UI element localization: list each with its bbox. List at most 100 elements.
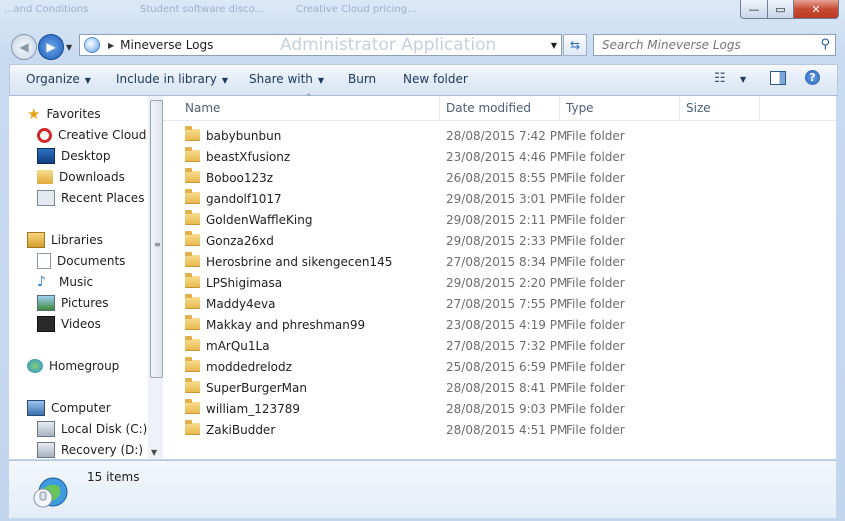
nav-item-documents[interactable]: Documents xyxy=(37,251,125,271)
file-type: File folder xyxy=(566,423,625,437)
file-row[interactable]: GoldenWaffleKing 29/08/2015 2:11 PM File f… xyxy=(163,210,836,231)
file-row[interactable]: babybunbun 28/08/2015 7:42 PM File folder xyxy=(163,126,836,147)
scrollbar-grip-icon: ≡ xyxy=(154,240,161,249)
file-row[interactable]: LPShigimasa 29/08/2015 2:20 PM File folder xyxy=(163,273,836,294)
file-type: File folder xyxy=(566,192,625,206)
file-type: File folder xyxy=(566,339,625,353)
file-row[interactable]: william_123789 28/08/2015 9:03 PM File fol… xyxy=(163,399,836,420)
nav-computer[interactable]: Computer xyxy=(27,398,111,418)
column-header-name[interactable]: Name xyxy=(185,101,220,115)
file-row[interactable]: Maddy4eva 27/08/2015 7:55 PM File folder xyxy=(163,294,836,315)
file-row[interactable]: Boboo123z 26/08/2015 8:55 PM File folder xyxy=(163,168,836,189)
close-button[interactable]: ✕ xyxy=(794,0,839,19)
breadcrumb-separator-icon[interactable]: ▶ xyxy=(108,41,114,50)
nav-computer-label: Computer xyxy=(51,401,111,415)
file-name: Makkay and phreshman99 xyxy=(206,318,366,332)
nav-scrollbar-thumb[interactable] xyxy=(150,100,163,378)
address-dropdown-icon[interactable]: ▼ xyxy=(551,41,557,50)
nav-item-creative-cloud[interactable]: Creative Cloud Fi xyxy=(37,125,160,145)
change-view-icon[interactable]: ☷ xyxy=(714,71,726,86)
file-row[interactable]: Makkay and phreshman99 23/08/2015 4:19 PM… xyxy=(163,315,836,336)
nav-favorites[interactable]: ★ Favorites xyxy=(27,104,101,124)
file-date-modified: 27/08/2015 7:55 PM xyxy=(446,297,568,311)
pictures-icon xyxy=(37,295,55,311)
file-row[interactable]: gandolf1017 29/08/2015 3:01 PM File folder xyxy=(163,189,836,210)
column-divider[interactable] xyxy=(559,96,560,120)
search-input[interactable] xyxy=(600,37,814,53)
search-icon[interactable]: ⚲ xyxy=(820,37,830,52)
nav-item-local-disk[interactable]: Local Disk (C:) xyxy=(37,419,147,439)
new-folder-button[interactable]: New folder xyxy=(403,72,468,86)
folder-location-icon xyxy=(84,37,100,53)
computer-icon xyxy=(27,400,45,416)
file-row[interactable]: SuperBurgerMan 28/08/2015 8:41 PM File fol… xyxy=(163,378,836,399)
back-button[interactable]: ◀ xyxy=(11,34,37,60)
scroll-down-icon[interactable]: ▼ xyxy=(151,448,157,457)
nav-item-label: Local Disk (C:) xyxy=(61,422,148,436)
organize-button[interactable]: Organize ▼ xyxy=(26,72,91,86)
file-name: SuperBurgerMan xyxy=(206,381,307,395)
share-with-button[interactable]: Share with ▼ xyxy=(249,72,324,86)
file-type: File folder xyxy=(566,402,625,416)
include-in-library-label: Include in library xyxy=(116,72,217,86)
folder-icon xyxy=(185,420,200,435)
column-divider[interactable] xyxy=(759,96,760,120)
column-header-type[interactable]: Type xyxy=(566,101,594,115)
file-row[interactable]: Gonza26xd 29/08/2015 2:33 PM File folder xyxy=(163,231,836,252)
help-icon[interactable]: ? xyxy=(805,70,820,85)
breadcrumb-current[interactable]: Mineverse Logs xyxy=(120,38,213,52)
folder-icon xyxy=(185,399,200,414)
file-date-modified: 28/08/2015 8:41 PM xyxy=(446,381,568,395)
burn-button[interactable]: Burn xyxy=(348,72,376,86)
minimize-button[interactable]: — xyxy=(740,0,768,19)
file-type: File folder xyxy=(566,297,625,311)
file-date-modified: 26/08/2015 8:55 PM xyxy=(446,171,568,185)
nav-item-pictures[interactable]: Pictures xyxy=(37,293,109,313)
file-list-pane: ⌃ Name Date modified Type Size babybunbu… xyxy=(163,93,836,459)
file-date-modified: 28/08/2015 7:42 PM xyxy=(446,129,568,143)
nav-item-desktop[interactable]: Desktop xyxy=(37,146,111,166)
preview-pane-icon[interactable] xyxy=(770,71,786,85)
file-row[interactable]: Herosbrine and sikengecen145 27/08/2015 8… xyxy=(163,252,836,273)
details-pane: 15 items xyxy=(9,460,836,518)
address-bar[interactable]: ▶ Mineverse Logs Administrator Applicati… xyxy=(79,34,562,56)
nav-item-label: Desktop xyxy=(61,149,111,163)
nav-libraries[interactable]: Libraries xyxy=(27,230,103,250)
nav-item-label: Documents xyxy=(57,254,126,268)
search-box[interactable]: ⚲ xyxy=(593,34,836,56)
column-header-size[interactable]: Size xyxy=(686,101,711,115)
documents-icon xyxy=(37,253,51,269)
file-row[interactable]: beastXfusionz 23/08/2015 4:46 PM File fold… xyxy=(163,147,836,168)
nav-item-videos[interactable]: Videos xyxy=(37,314,101,334)
nav-item-downloads[interactable]: Downloads xyxy=(37,167,125,187)
folder-icon xyxy=(185,273,200,288)
nav-item-recent-places[interactable]: Recent Places xyxy=(37,188,144,208)
folder-icon xyxy=(185,294,200,309)
nav-scrollbar[interactable]: ≡ ▼ xyxy=(148,96,163,459)
nav-item-recovery[interactable]: Recovery (D:) xyxy=(37,440,143,459)
file-row[interactable]: moddedrelodz 25/08/2015 6:59 PM File folde… xyxy=(163,357,836,378)
maximize-button[interactable]: ▭ xyxy=(768,0,794,19)
file-row[interactable]: mArQu1La 27/08/2015 7:32 PM File folder xyxy=(163,336,836,357)
column-divider[interactable] xyxy=(439,96,440,120)
include-in-library-button[interactable]: Include in library ▼ xyxy=(116,72,228,86)
nav-item-music[interactable]: ♪ Music xyxy=(37,272,93,292)
folder-icon xyxy=(185,168,200,183)
file-row[interactable]: ZakiBudder 28/08/2015 4:51 PM File folder xyxy=(163,420,836,441)
nav-item-label: Recent Places xyxy=(61,191,145,205)
column-header-date-modified[interactable]: Date modified xyxy=(446,101,531,115)
folder-icon xyxy=(185,231,200,246)
navigation-pane: ★ Favorites Creative Cloud Fi Desktop Do… xyxy=(9,96,163,459)
file-name: beastXfusionz xyxy=(206,150,291,164)
file-date-modified: 28/08/2015 4:51 PM xyxy=(446,423,568,437)
libraries-icon xyxy=(27,232,45,248)
view-options-dropdown-icon[interactable]: ▼ xyxy=(740,75,746,84)
chevron-down-icon: ▼ xyxy=(221,76,229,85)
nav-homegroup[interactable]: Homegroup xyxy=(27,356,119,376)
refresh-button[interactable]: ⇆ xyxy=(563,34,587,56)
refresh-icon: ⇆ xyxy=(569,38,581,52)
history-dropdown-icon[interactable]: ▼ xyxy=(66,43,72,52)
column-divider[interactable] xyxy=(679,96,680,120)
forward-button[interactable]: ▶ xyxy=(38,34,64,60)
caption-buttons: — ▭ ✕ xyxy=(740,0,839,19)
